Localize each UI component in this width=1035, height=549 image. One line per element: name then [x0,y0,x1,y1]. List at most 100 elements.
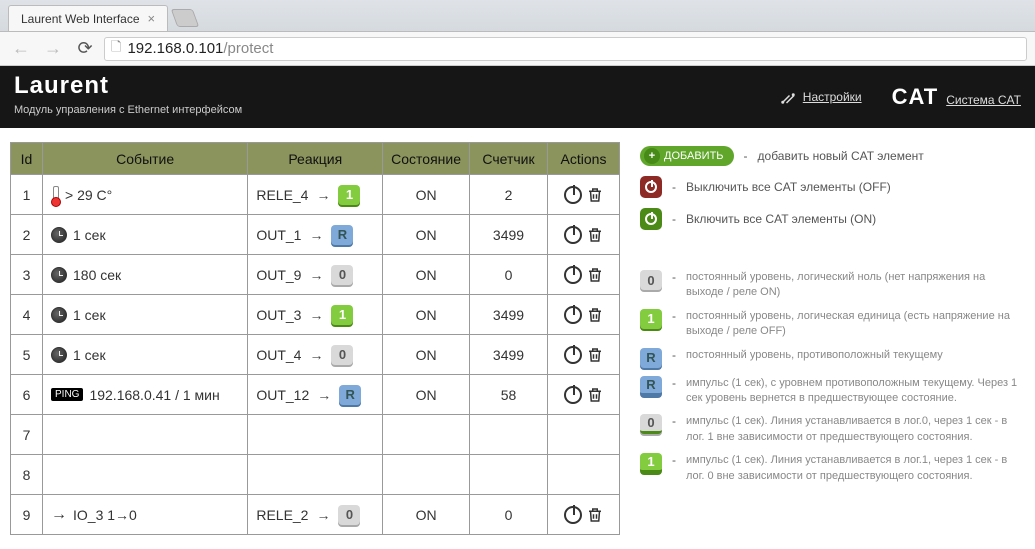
event-text: 1 сек [73,307,106,323]
cell-actions [548,255,620,295]
cell-id: 6 [11,375,43,415]
cell-reaction: RELE_2→0 [248,495,383,535]
sidebar: + ДОБАВИТЬ - добавить новый CAT элемент … [640,142,1025,535]
th-reaction: Реакция [248,143,383,175]
power-button[interactable] [564,226,582,244]
cell-state: ON [383,495,470,535]
dash: - [672,212,676,226]
arrow-icon: → [316,507,330,523]
power-button[interactable] [564,306,582,324]
dash: - [672,348,676,362]
th-counter: Счетчик [470,143,548,175]
all-off-button[interactable] [640,176,662,198]
cell-counter: 3499 [470,335,548,375]
cat-system-link[interactable]: Система CAT [946,93,1021,107]
table-row: 5 1 сек OUT_4→0 ON 3499 [11,335,620,375]
delete-button[interactable] [586,506,604,524]
cell-event: 1 сек [43,295,248,335]
cell-state [383,455,470,495]
reaction-name: OUT_3 [256,307,301,323]
settings-icon [779,88,797,106]
all-on-button[interactable] [640,208,662,230]
cell-event: 1 сек [43,215,248,255]
io-arrow-icon: → [51,506,67,524]
reaction-name: RELE_2 [256,507,308,523]
cell-actions [548,495,620,535]
new-tab-button[interactable] [171,9,200,27]
reaction-pill: R [640,348,662,368]
reaction-pill: 0 [331,345,353,365]
cell-id: 7 [11,415,43,455]
add-desc: добавить новый CAT элемент [758,149,924,163]
settings-link[interactable]: Настройки [803,90,862,104]
forward-button[interactable]: → [40,36,66,62]
cell-id: 5 [11,335,43,375]
event-text: 1 сек [73,347,106,363]
cell-reaction: OUT_3→1 [248,295,383,335]
power-button[interactable] [564,186,582,204]
legend-row: R-импульс (1 сек), с уровнем противополо… [640,376,1025,407]
arrow-icon: → [309,227,323,243]
arrow-icon: → [309,267,323,283]
delete-button[interactable] [586,346,604,364]
cell-reaction: OUT_1→R [248,215,383,255]
cell-actions [548,455,620,495]
delete-button[interactable] [586,306,604,324]
cell-event: PING192.168.0.41 / 1 мин [43,375,248,415]
page-header: Laurent Mодуль управления с Ethernet инт… [0,66,1035,128]
cell-reaction: OUT_4→0 [248,335,383,375]
cell-actions [548,375,620,415]
table-row: 4 1 сек OUT_3→1 ON 3499 [11,295,620,335]
delete-button[interactable] [586,226,604,244]
power-button[interactable] [564,346,582,364]
legend-text: импульс (1 сек). Линия устанавливается в… [686,453,1025,484]
dash: - [672,376,676,390]
delete-button[interactable] [586,266,604,284]
off-desc: Выключить все CAT элементы (OFF) [686,180,891,194]
reaction-pill: 0 [331,265,353,285]
on-desc: Включить все CAT элементы (ON) [686,212,876,226]
cell-counter: 58 [470,375,548,415]
power-button[interactable] [564,506,582,524]
reaction-pill: 1 [640,453,662,473]
cell-id: 8 [11,455,43,495]
cell-counter: 2 [470,175,548,215]
power-icon [645,181,657,193]
clock-icon [51,347,67,363]
cell-id: 2 [11,215,43,255]
legend-row: 0-постоянный уровень, логический ноль (н… [640,270,1025,301]
table-row: 2 1 сек OUT_1→R ON 3499 [11,215,620,255]
clock-icon [51,307,67,323]
th-state: Состояние [383,143,470,175]
cell-actions [548,175,620,215]
delete-button[interactable] [586,386,604,404]
cell-counter: 0 [470,495,548,535]
cell-id: 9 [11,495,43,535]
dash: - [672,270,676,284]
cat-logo: CAT [892,84,939,110]
event-text: > 29 C° [65,187,112,203]
address-bar: ← → ⟳ 🗋 192.168.0.101/protect [0,32,1035,66]
reload-button[interactable]: ⟳ [72,36,98,62]
clock-icon [51,267,67,283]
add-label: ДОБАВИТЬ [664,150,724,162]
browser-tab[interactable]: Laurent Web Interface × [8,5,168,31]
cell-reaction [248,415,383,455]
cell-state: ON [383,375,470,415]
th-event: Событие [43,143,248,175]
cell-event: →IO_3 1→0 [43,495,248,535]
cell-counter [470,415,548,455]
add-button[interactable]: + ДОБАВИТЬ [640,146,734,166]
th-actions: Actions [548,143,620,175]
back-button[interactable]: ← [8,36,34,62]
delete-button[interactable] [586,186,604,204]
cell-counter: 0 [470,255,548,295]
close-icon[interactable]: × [148,11,156,26]
arrow-icon: → [309,347,323,363]
power-button[interactable] [564,266,582,284]
url-input[interactable]: 🗋 192.168.0.101/protect [104,37,1027,61]
reaction-pill: 0 [640,414,662,434]
power-button[interactable] [564,386,582,404]
url-path: /protect [223,40,273,57]
arrow-icon: → [316,187,330,203]
